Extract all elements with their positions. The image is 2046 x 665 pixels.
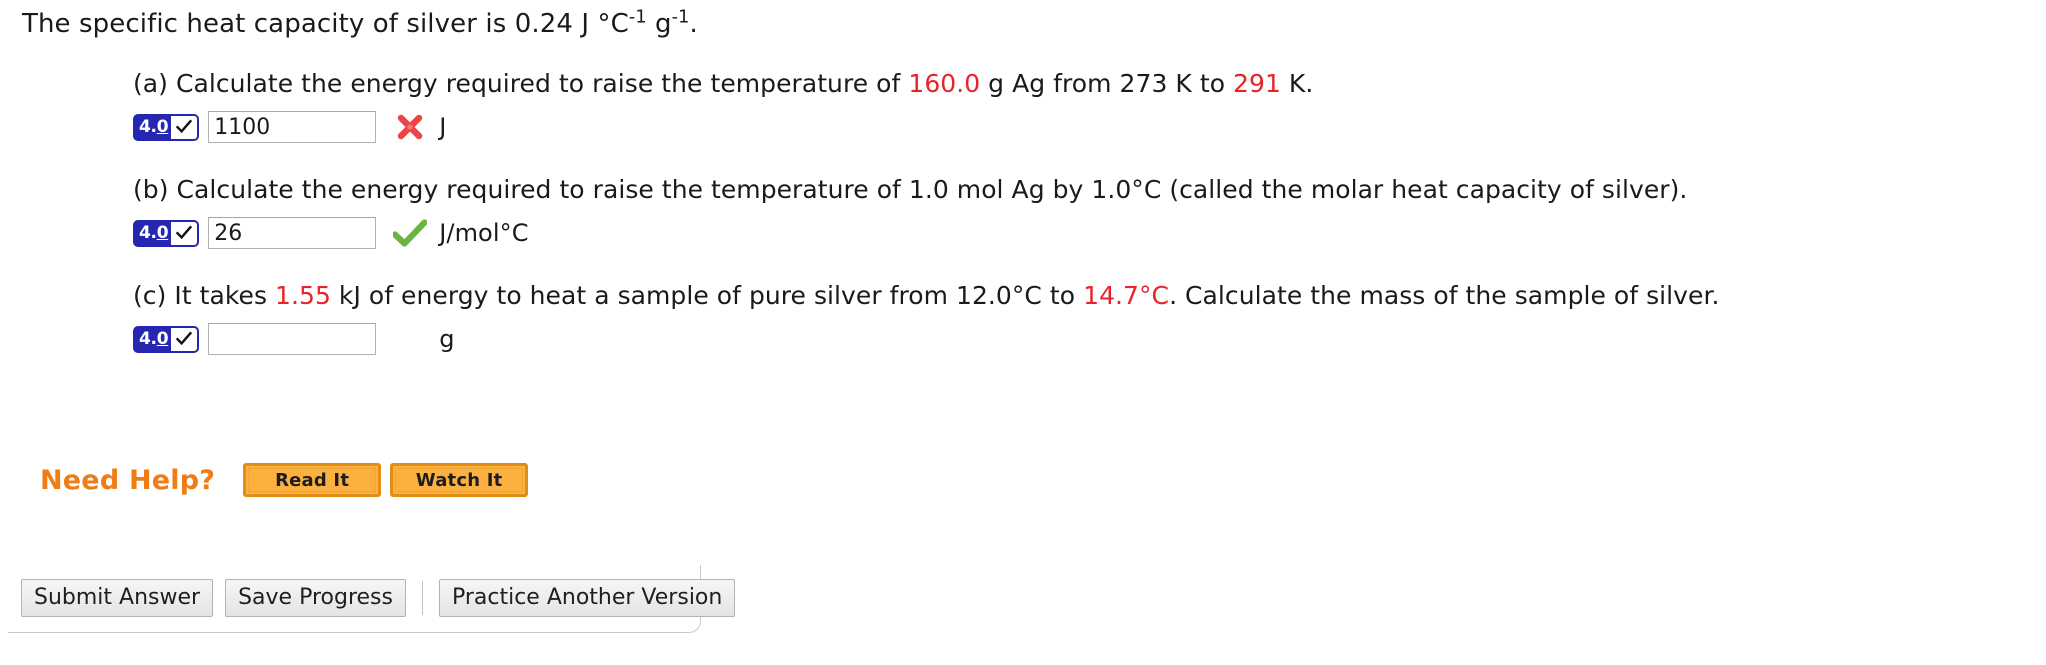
part-text-segment: (a) Calculate the energy required to rai…	[133, 69, 909, 98]
part-text-segment: kJ of energy to heat a sample of pure si…	[330, 281, 1084, 310]
question-stem: The specific heat capacity of silver is …	[22, 8, 698, 40]
highlighted-value: 1.55	[275, 281, 331, 310]
part-c-text: (c) It takes 1.55 kJ of energy to heat a…	[133, 280, 2033, 312]
highlighted-value: 14.7°C	[1083, 281, 1170, 310]
action-bar-row: Submit Answer Save Progress Practice Ano…	[8, 565, 736, 617]
stem-text-before: The specific heat capacity of silver is …	[22, 9, 629, 39]
answer-unit-a: J	[439, 113, 447, 141]
read-it-button[interactable]: Read It	[243, 463, 382, 497]
sigfig-value-a: 4.0	[135, 115, 172, 139]
sigfig-check-icon-b[interactable]	[171, 221, 198, 245]
question-part-b: (b) Calculate the energy required to rai…	[133, 174, 2033, 250]
answer-unit-c: g	[439, 325, 455, 353]
part-c-answer-row: 4.0 g	[133, 322, 2033, 356]
save-progress-button[interactable]: Save Progress	[225, 579, 406, 617]
question-part-a: (a) Calculate the energy required to rai…	[133, 68, 2033, 144]
sigfig-check-icon-c[interactable]	[171, 327, 198, 351]
part-text-segment: . Calculate the mass of the sample of si…	[1169, 281, 1720, 310]
watch-it-button[interactable]: Watch It	[390, 463, 529, 497]
action-bar: Submit Answer Save Progress Practice Ano…	[8, 565, 736, 633]
sigfig-value-c: 4.0	[135, 327, 172, 351]
part-text-segment: K.	[1280, 69, 1314, 98]
highlighted-value: 291	[1233, 69, 1281, 98]
answer-input-a[interactable]	[208, 111, 377, 143]
part-a-answer-row: 4.0 J	[133, 110, 2033, 144]
sigfig-badge-a[interactable]: 4.0	[133, 113, 200, 141]
need-help-label: Need Help?	[40, 464, 216, 496]
part-text-segment: g Ag from 273 K to	[980, 69, 1234, 98]
result-icon-b	[387, 219, 433, 247]
stem-exponent-2: -1	[671, 7, 690, 28]
stem-text-after: .	[689, 9, 698, 39]
submit-answer-button[interactable]: Submit Answer	[21, 579, 214, 617]
question-part-c: (c) It takes 1.55 kJ of energy to heat a…	[133, 280, 2033, 356]
need-help-section: Need Help? Read It Watch It	[40, 463, 529, 497]
sigfig-badge-c[interactable]: 4.0	[133, 325, 200, 353]
answer-input-b[interactable]	[208, 217, 377, 249]
part-text-segment: (c) It takes	[133, 281, 276, 310]
button-separator	[421, 581, 423, 615]
read-it-button-label: Read It	[248, 468, 377, 492]
stem-text-mid: g	[646, 9, 672, 39]
sigfig-check-icon-a[interactable]	[171, 115, 198, 139]
watch-it-button-label: Watch It	[395, 468, 524, 492]
practice-another-version-button[interactable]: Practice Another Version	[438, 579, 736, 617]
result-icon-a	[387, 112, 433, 142]
question-parts: (a) Calculate the energy required to rai…	[133, 68, 2033, 386]
answer-unit-b: J/mol°C	[439, 219, 529, 247]
stem-exponent-1: -1	[628, 7, 647, 28]
part-b-text: (b) Calculate the energy required to rai…	[133, 174, 2033, 206]
answer-input-c[interactable]	[208, 323, 377, 355]
sigfig-badge-b[interactable]: 4.0	[133, 219, 200, 247]
highlighted-value: 160.0	[908, 69, 981, 98]
part-a-text: (a) Calculate the energy required to rai…	[133, 68, 2033, 100]
part-text-segment: (b) Calculate the energy required to rai…	[133, 175, 1688, 204]
part-b-answer-row: 4.0 J/mol°C	[133, 216, 2033, 250]
sigfig-value-b: 4.0	[135, 221, 172, 245]
